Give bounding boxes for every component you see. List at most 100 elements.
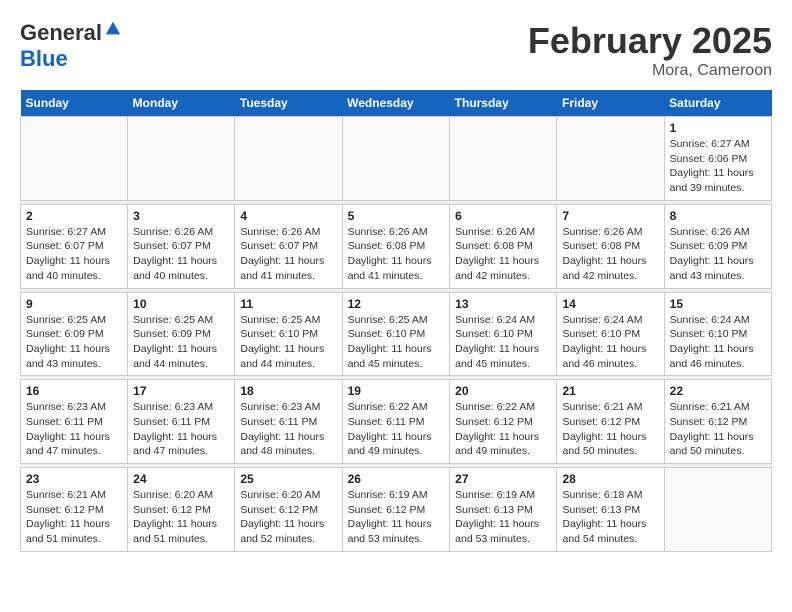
day-info: Sunrise: 6:21 AM Sunset: 6:12 PM Dayligh… <box>26 488 122 547</box>
day-info: Sunrise: 6:24 AM Sunset: 6:10 PM Dayligh… <box>455 313 551 372</box>
day-number: 7 <box>562 209 658 223</box>
day-number: 13 <box>455 297 551 311</box>
day-cell: 8 Sunrise: 6:26 AM Sunset: 6:09 PM Daylig… <box>664 204 771 288</box>
day-cell: 9 Sunrise: 6:25 AM Sunset: 6:09 PM Daylig… <box>21 292 128 376</box>
day-cell: 2 Sunrise: 6:27 AM Sunset: 6:07 PM Daylig… <box>21 204 128 288</box>
day-cell: 6Sunrise: 6:26 AM Sunset: 6:08 PM Daylig… <box>450 204 557 288</box>
day-number: 1 <box>670 121 766 135</box>
day-info: Sunrise: 6:19 AM Sunset: 6:13 PM Dayligh… <box>455 488 551 547</box>
day-info: Sunrise: 6:26 AM Sunset: 6:09 PM Dayligh… <box>670 225 766 284</box>
week-row-1: 1 Sunrise: 6:27 AM Sunset: 6:06 PM Daylig… <box>21 117 772 201</box>
day-cell: 16 Sunrise: 6:23 AM Sunset: 6:11 PM Dayli… <box>21 380 128 464</box>
day-number: 14 <box>562 297 658 311</box>
day-number: 2 <box>26 209 122 223</box>
day-info: Sunrise: 6:24 AM Sunset: 6:10 PM Dayligh… <box>562 313 658 372</box>
day-info: Sunrise: 6:23 AM Sunset: 6:11 PM Dayligh… <box>133 400 229 459</box>
week-row-3: 9 Sunrise: 6:25 AM Sunset: 6:09 PM Daylig… <box>21 292 772 376</box>
logo-icon <box>104 20 122 38</box>
day-number: 22 <box>670 384 766 398</box>
month-title: February 2025 <box>528 20 772 62</box>
header-friday: Friday <box>557 90 664 117</box>
header-sunday: Sunday <box>21 90 128 117</box>
day-info: Sunrise: 6:18 AM Sunset: 6:13 PM Dayligh… <box>562 488 658 547</box>
day-info: Sunrise: 6:22 AM Sunset: 6:12 PM Dayligh… <box>455 400 551 459</box>
day-number: 12 <box>348 297 445 311</box>
day-number: 20 <box>455 384 551 398</box>
day-info: Sunrise: 6:24 AM Sunset: 6:10 PM Dayligh… <box>670 313 766 372</box>
day-cell: 7 Sunrise: 6:26 AM Sunset: 6:08 PM Daylig… <box>557 204 664 288</box>
day-cell: 4 Sunrise: 6:26 AM Sunset: 6:07 PM Daylig… <box>235 204 342 288</box>
day-cell: 22 Sunrise: 6:21 AM Sunset: 6:12 PM Dayli… <box>664 380 771 464</box>
page-header: General Blue February 2025 Mora, Cameroo… <box>20 20 772 80</box>
header-tuesday: Tuesday <box>235 90 342 117</box>
day-number: 11 <box>240 297 336 311</box>
weekday-header-row: SundayMondayTuesdayWednesdayThursdayFrid… <box>21 90 772 117</box>
day-info: Sunrise: 6:26 AM Sunset: 6:07 PM Dayligh… <box>133 225 229 284</box>
day-number: 4 <box>240 209 336 223</box>
day-number: 24 <box>133 472 229 486</box>
day-number: 16 <box>26 384 122 398</box>
header-thursday: Thursday <box>450 90 557 117</box>
day-number: 27 <box>455 472 551 486</box>
day-number: 3 <box>133 209 229 223</box>
day-cell <box>342 117 450 201</box>
logo: General Blue <box>20 20 122 72</box>
day-info: Sunrise: 6:25 AM Sunset: 6:10 PM Dayligh… <box>240 313 336 372</box>
day-cell: 3 Sunrise: 6:26 AM Sunset: 6:07 PM Daylig… <box>128 204 235 288</box>
logo-blue: Blue <box>20 46 122 72</box>
day-cell: 28 Sunrise: 6:18 AM Sunset: 6:13 PM Dayli… <box>557 468 664 552</box>
day-number: 8 <box>670 209 766 223</box>
week-row-5: 23 Sunrise: 6:21 AM Sunset: 6:12 PM Dayli… <box>21 468 772 552</box>
day-cell: 27 Sunrise: 6:19 AM Sunset: 6:13 PM Dayli… <box>450 468 557 552</box>
day-cell: 20 Sunrise: 6:22 AM Sunset: 6:12 PM Dayli… <box>450 380 557 464</box>
day-number: 18 <box>240 384 336 398</box>
day-cell: 1 Sunrise: 6:27 AM Sunset: 6:06 PM Daylig… <box>664 117 771 201</box>
day-info: Sunrise: 6:27 AM Sunset: 6:07 PM Dayligh… <box>26 225 122 284</box>
day-cell <box>128 117 235 201</box>
day-cell: 25 Sunrise: 6:20 AM Sunset: 6:12 PM Dayli… <box>235 468 342 552</box>
day-info: Sunrise: 6:20 AM Sunset: 6:12 PM Dayligh… <box>133 488 229 547</box>
day-info: Sunrise: 6:26 AM Sunset: 6:08 PM Dayligh… <box>348 225 445 284</box>
header-wednesday: Wednesday <box>342 90 450 117</box>
day-cell: 26 Sunrise: 6:19 AM Sunset: 6:12 PM Dayli… <box>342 468 450 552</box>
day-cell: 23 Sunrise: 6:21 AM Sunset: 6:12 PM Dayli… <box>21 468 128 552</box>
logo-general: General <box>20 20 102 46</box>
day-number: 26 <box>348 472 445 486</box>
day-cell <box>557 117 664 201</box>
day-info: Sunrise: 6:19 AM Sunset: 6:12 PM Dayligh… <box>348 488 445 547</box>
day-cell: 21Sunrise: 6:21 AM Sunset: 6:12 PM Dayli… <box>557 380 664 464</box>
day-number: 9 <box>26 297 122 311</box>
day-info: Sunrise: 6:26 AM Sunset: 6:07 PM Dayligh… <box>240 225 336 284</box>
day-number: 6 <box>455 209 551 223</box>
day-number: 19 <box>348 384 445 398</box>
day-info: Sunrise: 6:23 AM Sunset: 6:11 PM Dayligh… <box>26 400 122 459</box>
day-cell: 13 Sunrise: 6:24 AM Sunset: 6:10 PM Dayli… <box>450 292 557 376</box>
day-cell <box>21 117 128 201</box>
day-info: Sunrise: 6:23 AM Sunset: 6:11 PM Dayligh… <box>240 400 336 459</box>
day-info: Sunrise: 6:27 AM Sunset: 6:06 PM Dayligh… <box>670 137 766 196</box>
day-number: 17 <box>133 384 229 398</box>
week-row-2: 2 Sunrise: 6:27 AM Sunset: 6:07 PM Daylig… <box>21 204 772 288</box>
day-cell <box>235 117 342 201</box>
day-cell: 15Sunrise: 6:24 AM Sunset: 6:10 PM Dayli… <box>664 292 771 376</box>
day-cell: 12Sunrise: 6:25 AM Sunset: 6:10 PM Dayli… <box>342 292 450 376</box>
day-cell: 18 Sunrise: 6:23 AM Sunset: 6:11 PM Dayli… <box>235 380 342 464</box>
day-info: Sunrise: 6:25 AM Sunset: 6:09 PM Dayligh… <box>26 313 122 372</box>
day-number: 25 <box>240 472 336 486</box>
day-cell: 14 Sunrise: 6:24 AM Sunset: 6:10 PM Dayli… <box>557 292 664 376</box>
day-number: 28 <box>562 472 658 486</box>
day-info: Sunrise: 6:26 AM Sunset: 6:08 PM Dayligh… <box>562 225 658 284</box>
day-info: Sunrise: 6:21 AM Sunset: 6:12 PM Dayligh… <box>670 400 766 459</box>
day-number: 5 <box>348 209 445 223</box>
title-block: February 2025 Mora, Cameroon <box>528 20 772 80</box>
calendar-table: SundayMondayTuesdayWednesdayThursdayFrid… <box>20 90 772 552</box>
header-monday: Monday <box>128 90 235 117</box>
day-cell: 5 Sunrise: 6:26 AM Sunset: 6:08 PM Daylig… <box>342 204 450 288</box>
day-cell: 10Sunrise: 6:25 AM Sunset: 6:09 PM Dayli… <box>128 292 235 376</box>
day-info: Sunrise: 6:20 AM Sunset: 6:12 PM Dayligh… <box>240 488 336 547</box>
day-cell <box>664 468 771 552</box>
week-row-4: 16 Sunrise: 6:23 AM Sunset: 6:11 PM Dayli… <box>21 380 772 464</box>
day-info: Sunrise: 6:21 AM Sunset: 6:12 PM Dayligh… <box>562 400 658 459</box>
day-number: 10 <box>133 297 229 311</box>
day-number: 23 <box>26 472 122 486</box>
